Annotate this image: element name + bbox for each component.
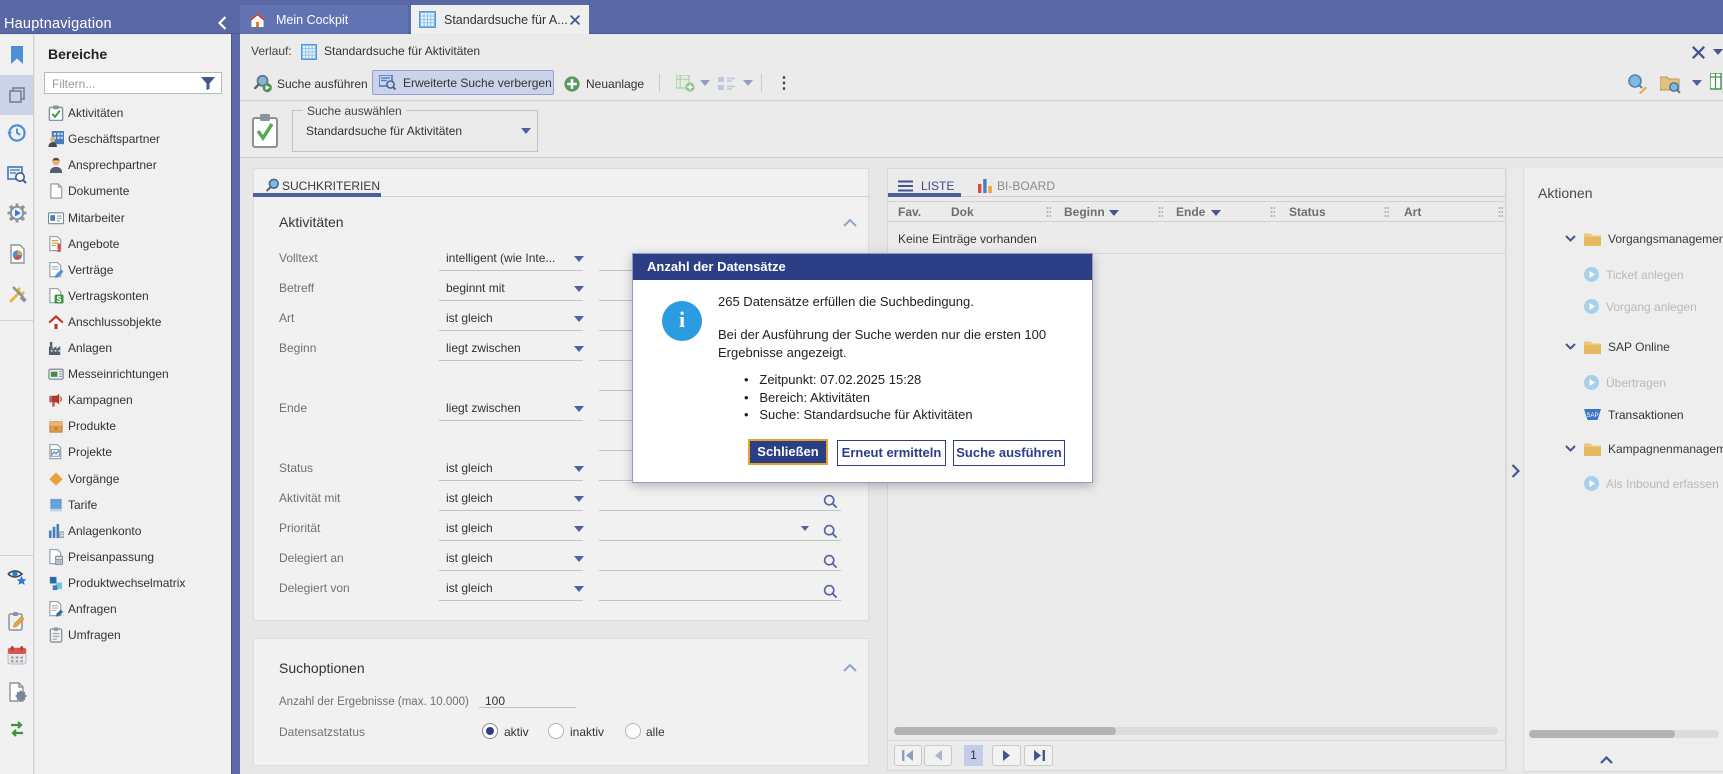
svg-text:SAP: SAP	[1586, 413, 1598, 419]
svg-text:$: $	[57, 294, 62, 304]
